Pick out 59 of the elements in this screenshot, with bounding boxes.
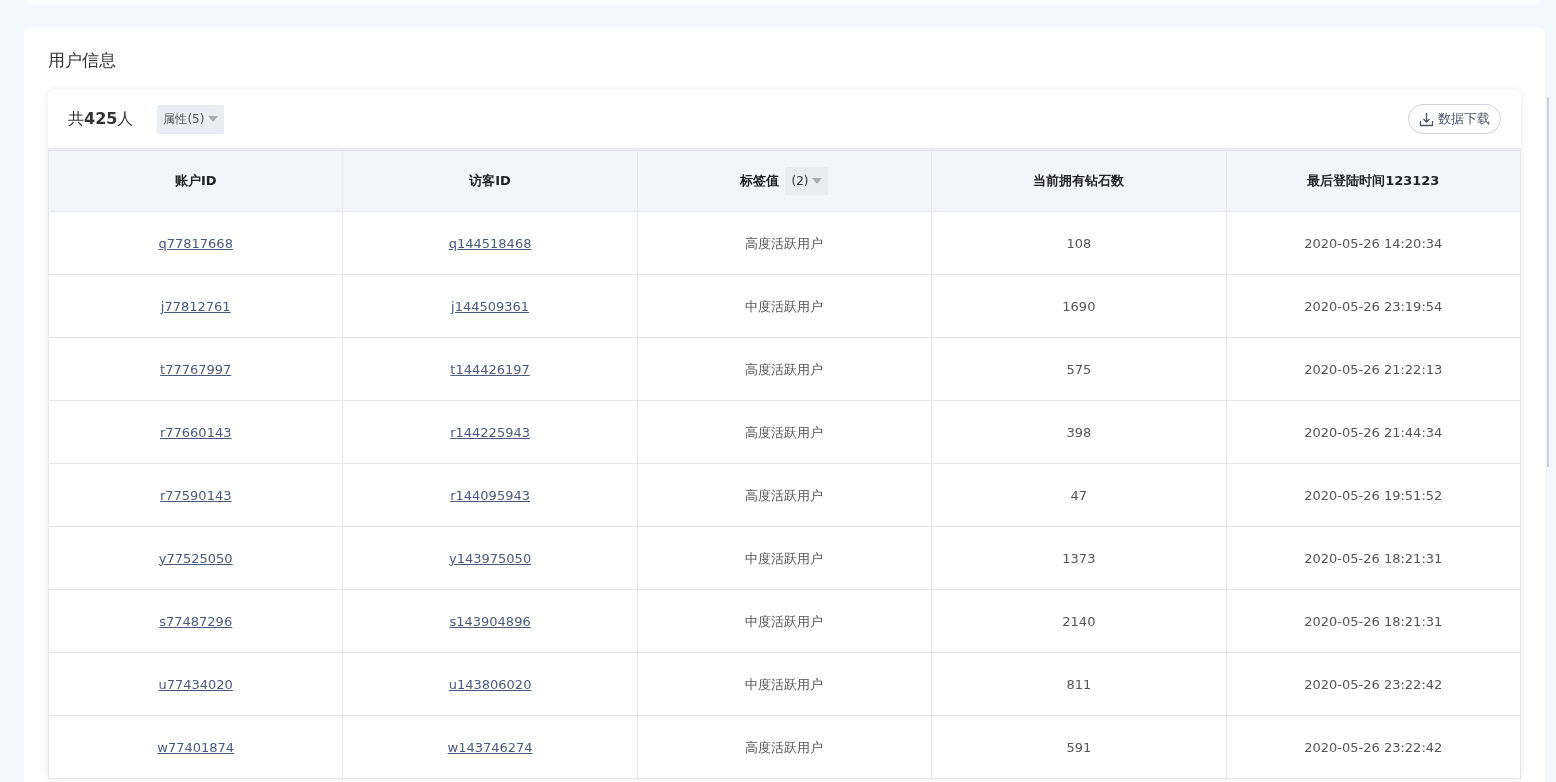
section-title: 用户信息: [48, 49, 117, 71]
account-id-link[interactable]: r77590143: [159, 487, 232, 503]
table-cell: 中度活跃用户: [637, 526, 932, 590]
column-header: 当前拥有钻石数: [931, 150, 1227, 212]
column-header-label: 标签值: [740, 173, 780, 188]
table-cell: 108: [931, 211, 1227, 275]
account-id-link[interactable]: t77767997: [160, 361, 232, 377]
download-icon: [1419, 111, 1434, 127]
table-cell: 中度活跃用户: [637, 652, 932, 716]
table-cell: 高度活跃用户: [637, 463, 932, 527]
table-cell: 2020-05-26 21:22:13: [1226, 337, 1521, 401]
table-cell: 1373: [931, 526, 1227, 590]
table-cell: 2020-05-26 19:51:52: [1226, 463, 1521, 527]
table-cell: 中度活跃用户: [637, 274, 932, 338]
table-cell: 2020-05-26 14:20:34: [1226, 211, 1521, 275]
account-id-link[interactable]: s77487296: [159, 613, 233, 629]
visitor-id-link[interactable]: t144426197: [450, 361, 530, 377]
account-id-link[interactable]: r77660143: [159, 424, 232, 440]
table-cell: 811: [931, 652, 1227, 716]
account-id-link[interactable]: j77812761: [160, 298, 231, 314]
account-id-link[interactable]: y77525050: [158, 550, 233, 566]
table-cell: 高度活跃用户: [637, 715, 932, 779]
tag-filter-dropdown[interactable]: (2): [785, 167, 829, 195]
column-header: 最后登陆时间123123: [1226, 150, 1521, 212]
account-id-link[interactable]: w77401874: [157, 739, 235, 755]
download-button[interactable]: 数据下载: [1408, 104, 1501, 134]
table-cell: 2020-05-26 23:22:42: [1226, 715, 1521, 779]
account-id-link[interactable]: q77817668: [158, 235, 233, 251]
table-cell: 高度活跃用户: [637, 337, 932, 401]
visitor-id-link[interactable]: s143904896: [449, 613, 531, 629]
table-cell: 398: [931, 400, 1227, 464]
table-cell: 2020-05-26 21:44:34: [1226, 400, 1521, 464]
table-cell: 575: [931, 337, 1227, 401]
visitor-id-link[interactable]: u143806020: [448, 676, 532, 692]
visitor-id-link[interactable]: q144518468: [448, 235, 532, 251]
account-id-link[interactable]: u77434020: [158, 676, 233, 692]
visitor-id-link[interactable]: j144509361: [451, 298, 530, 314]
table-cell: 高度活跃用户: [637, 211, 932, 275]
table-cell: 中度活跃用户: [637, 589, 932, 653]
table-cell: 2020-05-26 18:21:31: [1226, 589, 1521, 653]
visitor-id-link[interactable]: y143975050: [449, 550, 532, 566]
table-cell: 1690: [931, 274, 1227, 338]
table-cell: 2140: [931, 589, 1227, 653]
visitor-id-link[interactable]: r144225943: [450, 424, 530, 440]
table-cell: 2020-05-26 23:19:54: [1226, 274, 1521, 338]
attribute-dropdown[interactable]: 属性(5): [157, 104, 225, 134]
total-count: 共425人: [68, 108, 134, 130]
column-header: 访客ID: [342, 150, 638, 212]
column-header: 账户ID: [48, 150, 343, 212]
table-cell: 2020-05-26 23:22:42: [1226, 652, 1521, 716]
visitor-id-link[interactable]: w143746274: [447, 739, 533, 755]
visitor-id-link[interactable]: r144095943: [450, 487, 530, 503]
table-cell: 47: [931, 463, 1227, 527]
scrollbar[interactable]: [1547, 97, 1549, 467]
table-cell: 高度活跃用户: [637, 400, 932, 464]
caret-icon: [812, 178, 823, 184]
caret-icon: [208, 116, 219, 122]
table-cell: 591: [931, 715, 1227, 779]
table-cell: 2020-05-26 18:21:31: [1226, 526, 1521, 590]
